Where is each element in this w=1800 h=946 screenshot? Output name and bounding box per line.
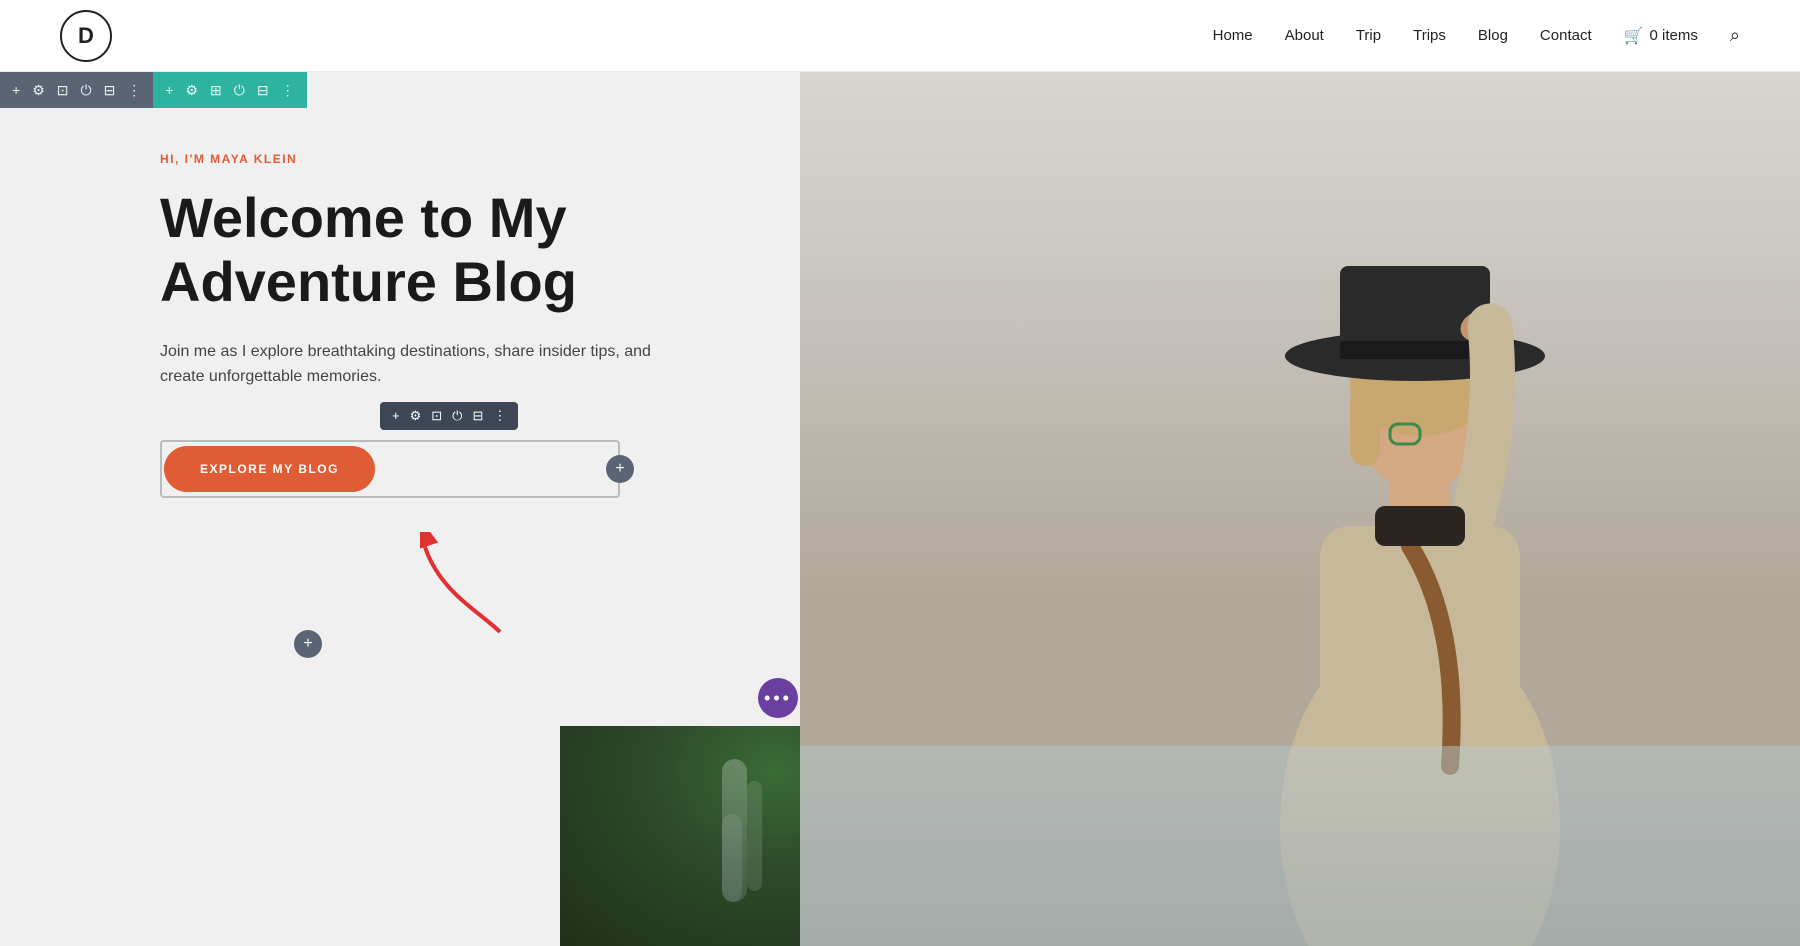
hero-photo <box>800 72 1800 946</box>
toolbar-gray: + ⚙ ⊡ ⏻ ⊟ ⋮ <box>0 72 153 108</box>
hero-title-line2: Adventure Blog <box>160 250 577 313</box>
purple-dots-button[interactable]: ••• <box>758 678 798 718</box>
add-after-button[interactable]: + <box>606 455 634 483</box>
main-content: HI, I'M MAYA KLEIN Welcome to My Adventu… <box>0 72 1800 946</box>
toolbar-settings-icon[interactable]: ⚙ <box>32 82 45 99</box>
nav-contact[interactable]: Contact <box>1540 27 1592 44</box>
search-icon[interactable]: ⌕ <box>1730 25 1740 46</box>
btn-toolbar-duplicate-icon[interactable]: ⊡ <box>431 408 442 424</box>
logo-letter: D <box>78 23 94 49</box>
button-area: + ⚙ ⊡ ⏻ ⊟ ⋮ EXPLORE MY BLOG + <box>160 440 720 498</box>
button-toolbar: + ⚙ ⊡ ⏻ ⊟ ⋮ <box>380 402 518 430</box>
editor-arrow <box>420 532 540 642</box>
right-panel <box>800 72 1800 946</box>
toolbar-teal-add-icon[interactable]: + <box>165 82 173 98</box>
cart-count: 0 items <box>1650 27 1698 44</box>
header: D Home About Trip Trips Blog Contact 🛒 0… <box>0 0 1800 72</box>
toolbar-duplicate-icon[interactable]: ⊡ <box>57 82 69 99</box>
toolbar-power-icon[interactable]: ⏻ <box>80 82 91 99</box>
hero-description: Join me as I explore breathtaking destin… <box>160 339 680 390</box>
add-below-section[interactable]: + <box>294 630 322 658</box>
toolbar-teal-settings-icon[interactable]: ⚙ <box>185 82 198 99</box>
toolbar-teal-more-icon[interactable]: ⋮ <box>281 82 295 99</box>
cart-button[interactable]: 🛒 0 items <box>1624 26 1698 46</box>
button-outline-box: EXPLORE MY BLOG <box>160 440 620 498</box>
toolbar-teal-grid-icon[interactable]: ⊞ <box>210 82 222 99</box>
nav-about[interactable]: About <box>1285 27 1324 44</box>
cart-icon: 🛒 <box>1624 26 1644 46</box>
toolbar-teal-delete-icon[interactable]: ⊟ <box>257 82 269 99</box>
nav-trips[interactable]: Trips <box>1413 27 1446 44</box>
logo[interactable]: D <box>60 10 112 62</box>
toolbar-more-icon[interactable]: ⋮ <box>127 82 141 99</box>
btn-toolbar-more-icon[interactable]: ⋮ <box>493 408 506 424</box>
hero-subtitle: HI, I'M MAYA KLEIN <box>160 152 720 166</box>
purple-dots-icon: ••• <box>764 688 792 709</box>
explore-blog-button[interactable]: EXPLORE MY BLOG <box>164 446 375 492</box>
hero-title-line1: Welcome to My <box>160 186 567 249</box>
left-panel: HI, I'M MAYA KLEIN Welcome to My Adventu… <box>0 72 800 946</box>
toolbar-delete-icon[interactable]: ⊟ <box>104 82 116 99</box>
hero-title: Welcome to My Adventure Blog <box>160 186 720 315</box>
btn-toolbar-delete-icon[interactable]: ⊟ <box>472 408 483 424</box>
nav-home[interactable]: Home <box>1213 27 1253 44</box>
main-nav: Home About Trip Trips Blog Contact 🛒 0 i… <box>1213 25 1740 46</box>
nav-blog[interactable]: Blog <box>1478 27 1508 44</box>
btn-toolbar-settings-icon[interactable]: ⚙ <box>410 408 422 424</box>
editor-toolbar-row: + ⚙ ⊡ ⏻ ⊟ ⋮ + ⚙ ⊞ ⏻ ⊟ ⋮ <box>0 72 307 108</box>
btn-toolbar-power-icon[interactable]: ⏻ <box>452 408 462 424</box>
toolbar-teal: + ⚙ ⊞ ⏻ ⊟ ⋮ <box>153 72 306 108</box>
toolbar-teal-power-icon[interactable]: ⏻ <box>234 82 245 99</box>
toolbar-add-icon[interactable]: + <box>12 82 20 98</box>
btn-toolbar-add-icon[interactable]: + <box>392 408 400 423</box>
nav-trip[interactable]: Trip <box>1356 27 1381 44</box>
